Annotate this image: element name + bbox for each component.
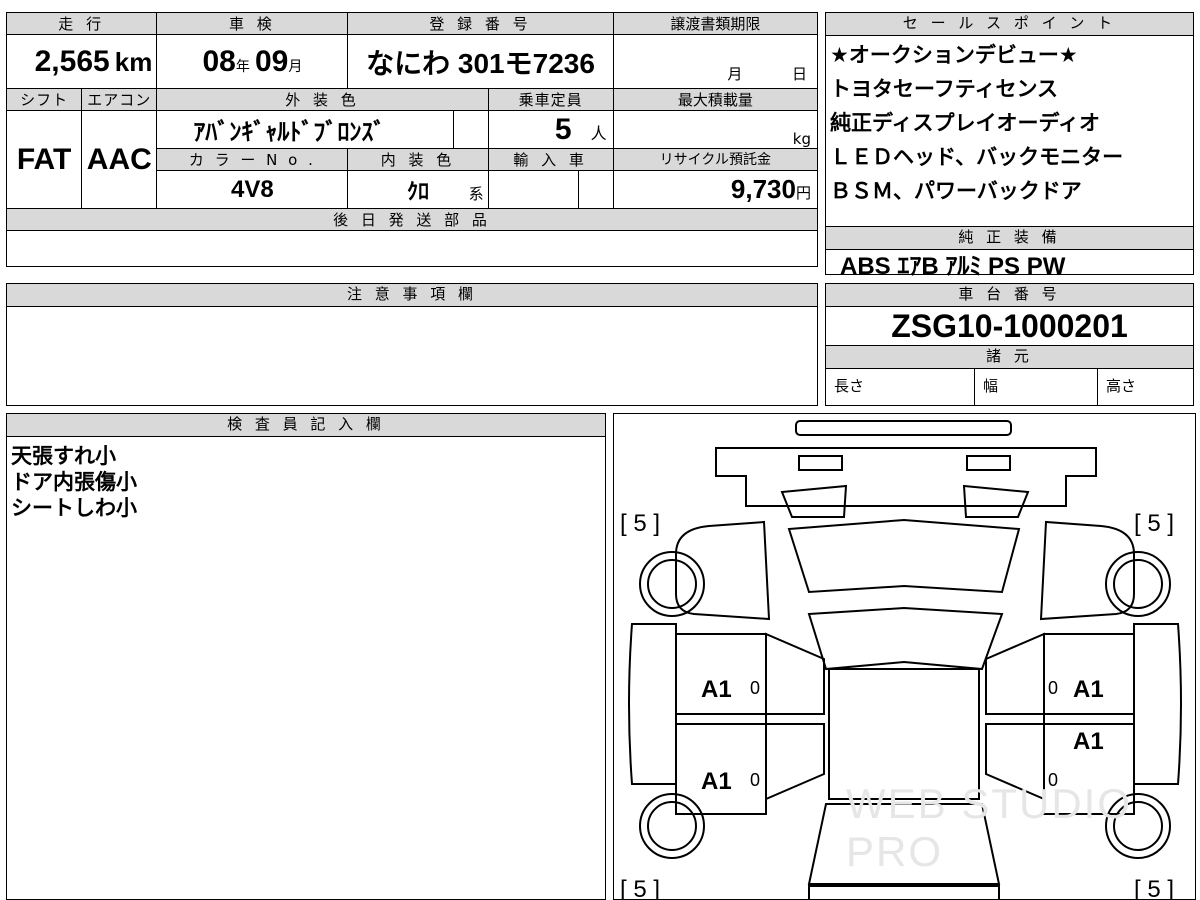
chassis-box: 車 台 番 号 ZSG10-1000201 諸 元 長さ 幅 高さ xyxy=(825,283,1194,406)
shaken-header: 車 検 xyxy=(156,12,349,35)
color-no-cell: 4V8 xyxy=(156,170,349,209)
shaken-year: 08 xyxy=(202,44,236,78)
damage-mark-zero: 0 xyxy=(750,770,761,790)
caution-header: 注 意 事 項 欄 xyxy=(7,284,817,307)
later-parts-header: 後 日 発 送 部 品 xyxy=(6,208,818,231)
damage-mark-a1: A1 xyxy=(701,768,732,795)
max-load-header: 最大積載量 xyxy=(612,88,819,111)
color-no-value: 4V8 xyxy=(231,175,274,203)
equipment-items: ABS ｴｱB ｱﾙﾐ PS PW xyxy=(840,253,1066,280)
capacity-cell: 5 人 xyxy=(487,110,614,149)
mileage-value: 2,565 xyxy=(34,44,110,78)
car-condition-diagram: WEB STUDIO PRO [ 5 ] [ 5 ] [ 5 ] [ 5 ] A… xyxy=(613,413,1196,900)
mileage-unit: km xyxy=(114,46,153,77)
mileage-cell: 2,565 km xyxy=(5,34,158,89)
sales-point-line: ＬＥＤヘッド、バックモニター xyxy=(830,145,1124,169)
import-cell-b xyxy=(578,170,614,209)
recycle-fee-unit: 円 xyxy=(795,184,811,202)
damage-mark-zero: 0 xyxy=(1048,770,1059,790)
exterior-color-cell: ｱﾊﾞﾝｷﾞｬﾙﾄﾞﾌﾞﾛﾝｽﾞ xyxy=(156,110,455,149)
import-cell-a xyxy=(487,170,580,209)
inspector-header: 検 査 員 記 入 欄 xyxy=(7,414,605,437)
aircon-cell: AAC xyxy=(81,110,158,209)
vehicle-info-table: 走 行 車 検 登 録 番 号 譲渡書類期限 2,565 km 08年 09 月 … xyxy=(5,12,819,275)
exterior-color-value: ｱﾊﾞﾝｷﾞｬﾙﾄﾞﾌﾞﾛﾝｽﾞ xyxy=(193,119,386,146)
damage-mark-zero: 0 xyxy=(750,678,761,698)
transfer-month-unit: 月 xyxy=(727,65,743,83)
tire-front-left: [ 5 ] xyxy=(620,510,661,537)
specs-row: 長さ 幅 高さ xyxy=(826,369,1193,406)
damage-mark-a1: A1 xyxy=(1073,676,1104,703)
recycle-fee-header: リサイクル預託金 xyxy=(612,148,819,171)
exterior-color-header: 外 装 色 xyxy=(156,88,489,111)
interior-color-value: ｸﾛ xyxy=(407,178,430,204)
recycle-fee-value: 9,730 xyxy=(730,174,796,204)
registration-header: 登 録 番 号 xyxy=(347,12,614,35)
inspector-note: シートしわ小 xyxy=(11,496,137,520)
watermark: WEB STUDIO PRO xyxy=(846,780,1133,875)
interior-color-cell: ｸﾛ 系 xyxy=(347,170,489,209)
inspector-note: ドア内張傷小 xyxy=(11,470,137,494)
mileage-header: 走 行 xyxy=(5,12,158,35)
tire-rear-right: [ 5 ] xyxy=(1134,876,1175,900)
aircon-header: エアコン xyxy=(81,88,158,111)
load-unit: kg xyxy=(792,130,811,148)
interior-color-unit: 系 xyxy=(468,185,484,203)
capacity-value: 5 xyxy=(554,112,572,146)
capacity-header: 乗車定員 xyxy=(487,88,614,111)
tire-front-right: [ 5 ] xyxy=(1134,510,1175,537)
sales-points-list: ★オークションデビュー★ トヨタセーフティセンス 純正ディスプレイオーディオ Ｌ… xyxy=(826,36,1193,227)
height-label: 高さ xyxy=(1106,377,1137,395)
tire-rear-left: [ 5 ] xyxy=(620,876,661,900)
color-no-header: カ ラ ー N o . xyxy=(156,148,349,171)
equipment-header: 純 正 装 備 xyxy=(826,227,1193,250)
transfer-day-unit: 日 xyxy=(791,65,807,83)
damage-mark-a1: A1 xyxy=(1073,728,1104,755)
shift-header: シフト xyxy=(5,88,83,111)
year-unit: 年 xyxy=(235,58,250,75)
shift-value: FAT xyxy=(16,142,72,176)
transfer-deadline-cell: 月 日 xyxy=(612,34,819,89)
vehicle-info-grid: 走 行 車 検 登 録 番 号 譲渡書類期限 2,565 km 08年 09 月 … xyxy=(5,12,819,267)
interior-color-header: 内 装 色 xyxy=(347,148,489,171)
damage-mark-zero: 0 xyxy=(1048,678,1059,698)
shaken-month: 09 xyxy=(254,44,289,78)
registration-cell: なにわ 301モ7236 xyxy=(347,34,614,89)
sales-point-line: ★オークションデビュー★ xyxy=(830,43,1078,67)
sales-points-header: セ ー ル ス ポ イ ン ト xyxy=(826,13,1193,36)
specs-header: 諸 元 xyxy=(826,346,1193,369)
later-parts-cell xyxy=(6,230,818,267)
recycle-fee-cell: 9,730円 xyxy=(612,170,819,209)
inspector-notes: 天張すれ小 ドア内張傷小 シートしわ小 xyxy=(7,437,605,521)
inspector-note: 天張すれ小 xyxy=(11,444,116,468)
import-header: 輸 入 車 xyxy=(487,148,614,171)
sales-points-box: セ ー ル ス ポ イ ン ト ★オークションデビュー★ トヨタセーフティセンス… xyxy=(825,12,1194,280)
length-label: 長さ xyxy=(826,369,975,406)
caution-box: 注 意 事 項 欄 xyxy=(6,283,818,406)
transfer-deadline-header: 譲渡書類期限 xyxy=(612,12,819,35)
shaken-cell: 08年 09月 xyxy=(156,34,349,89)
chassis-header: 車 台 番 号 xyxy=(826,284,1193,307)
sales-point-line: 純正ディスプレイオーディオ xyxy=(830,111,1101,135)
sales-point-line: トヨタセーフティセンス xyxy=(830,77,1059,101)
registration-value: なにわ 301モ7236 xyxy=(366,47,595,79)
shift-cell: FAT xyxy=(5,110,83,209)
inspector-box: 検 査 員 記 入 欄 天張すれ小 ドア内張傷小 シートしわ小 xyxy=(6,413,606,900)
chassis-number: ZSG10-1000201 xyxy=(891,308,1128,344)
month-unit: 月 xyxy=(288,58,303,75)
aircon-value: AAC xyxy=(86,142,152,176)
damage-mark-a1: A1 xyxy=(701,676,732,703)
width-label: 幅 xyxy=(975,369,1098,406)
capacity-unit: 人 xyxy=(590,123,607,143)
exterior-color-extra-cell xyxy=(453,110,489,149)
sales-point-line: ＢＳＭ、パワーバックドア xyxy=(830,179,1082,203)
max-load-cell: kg xyxy=(612,110,819,149)
